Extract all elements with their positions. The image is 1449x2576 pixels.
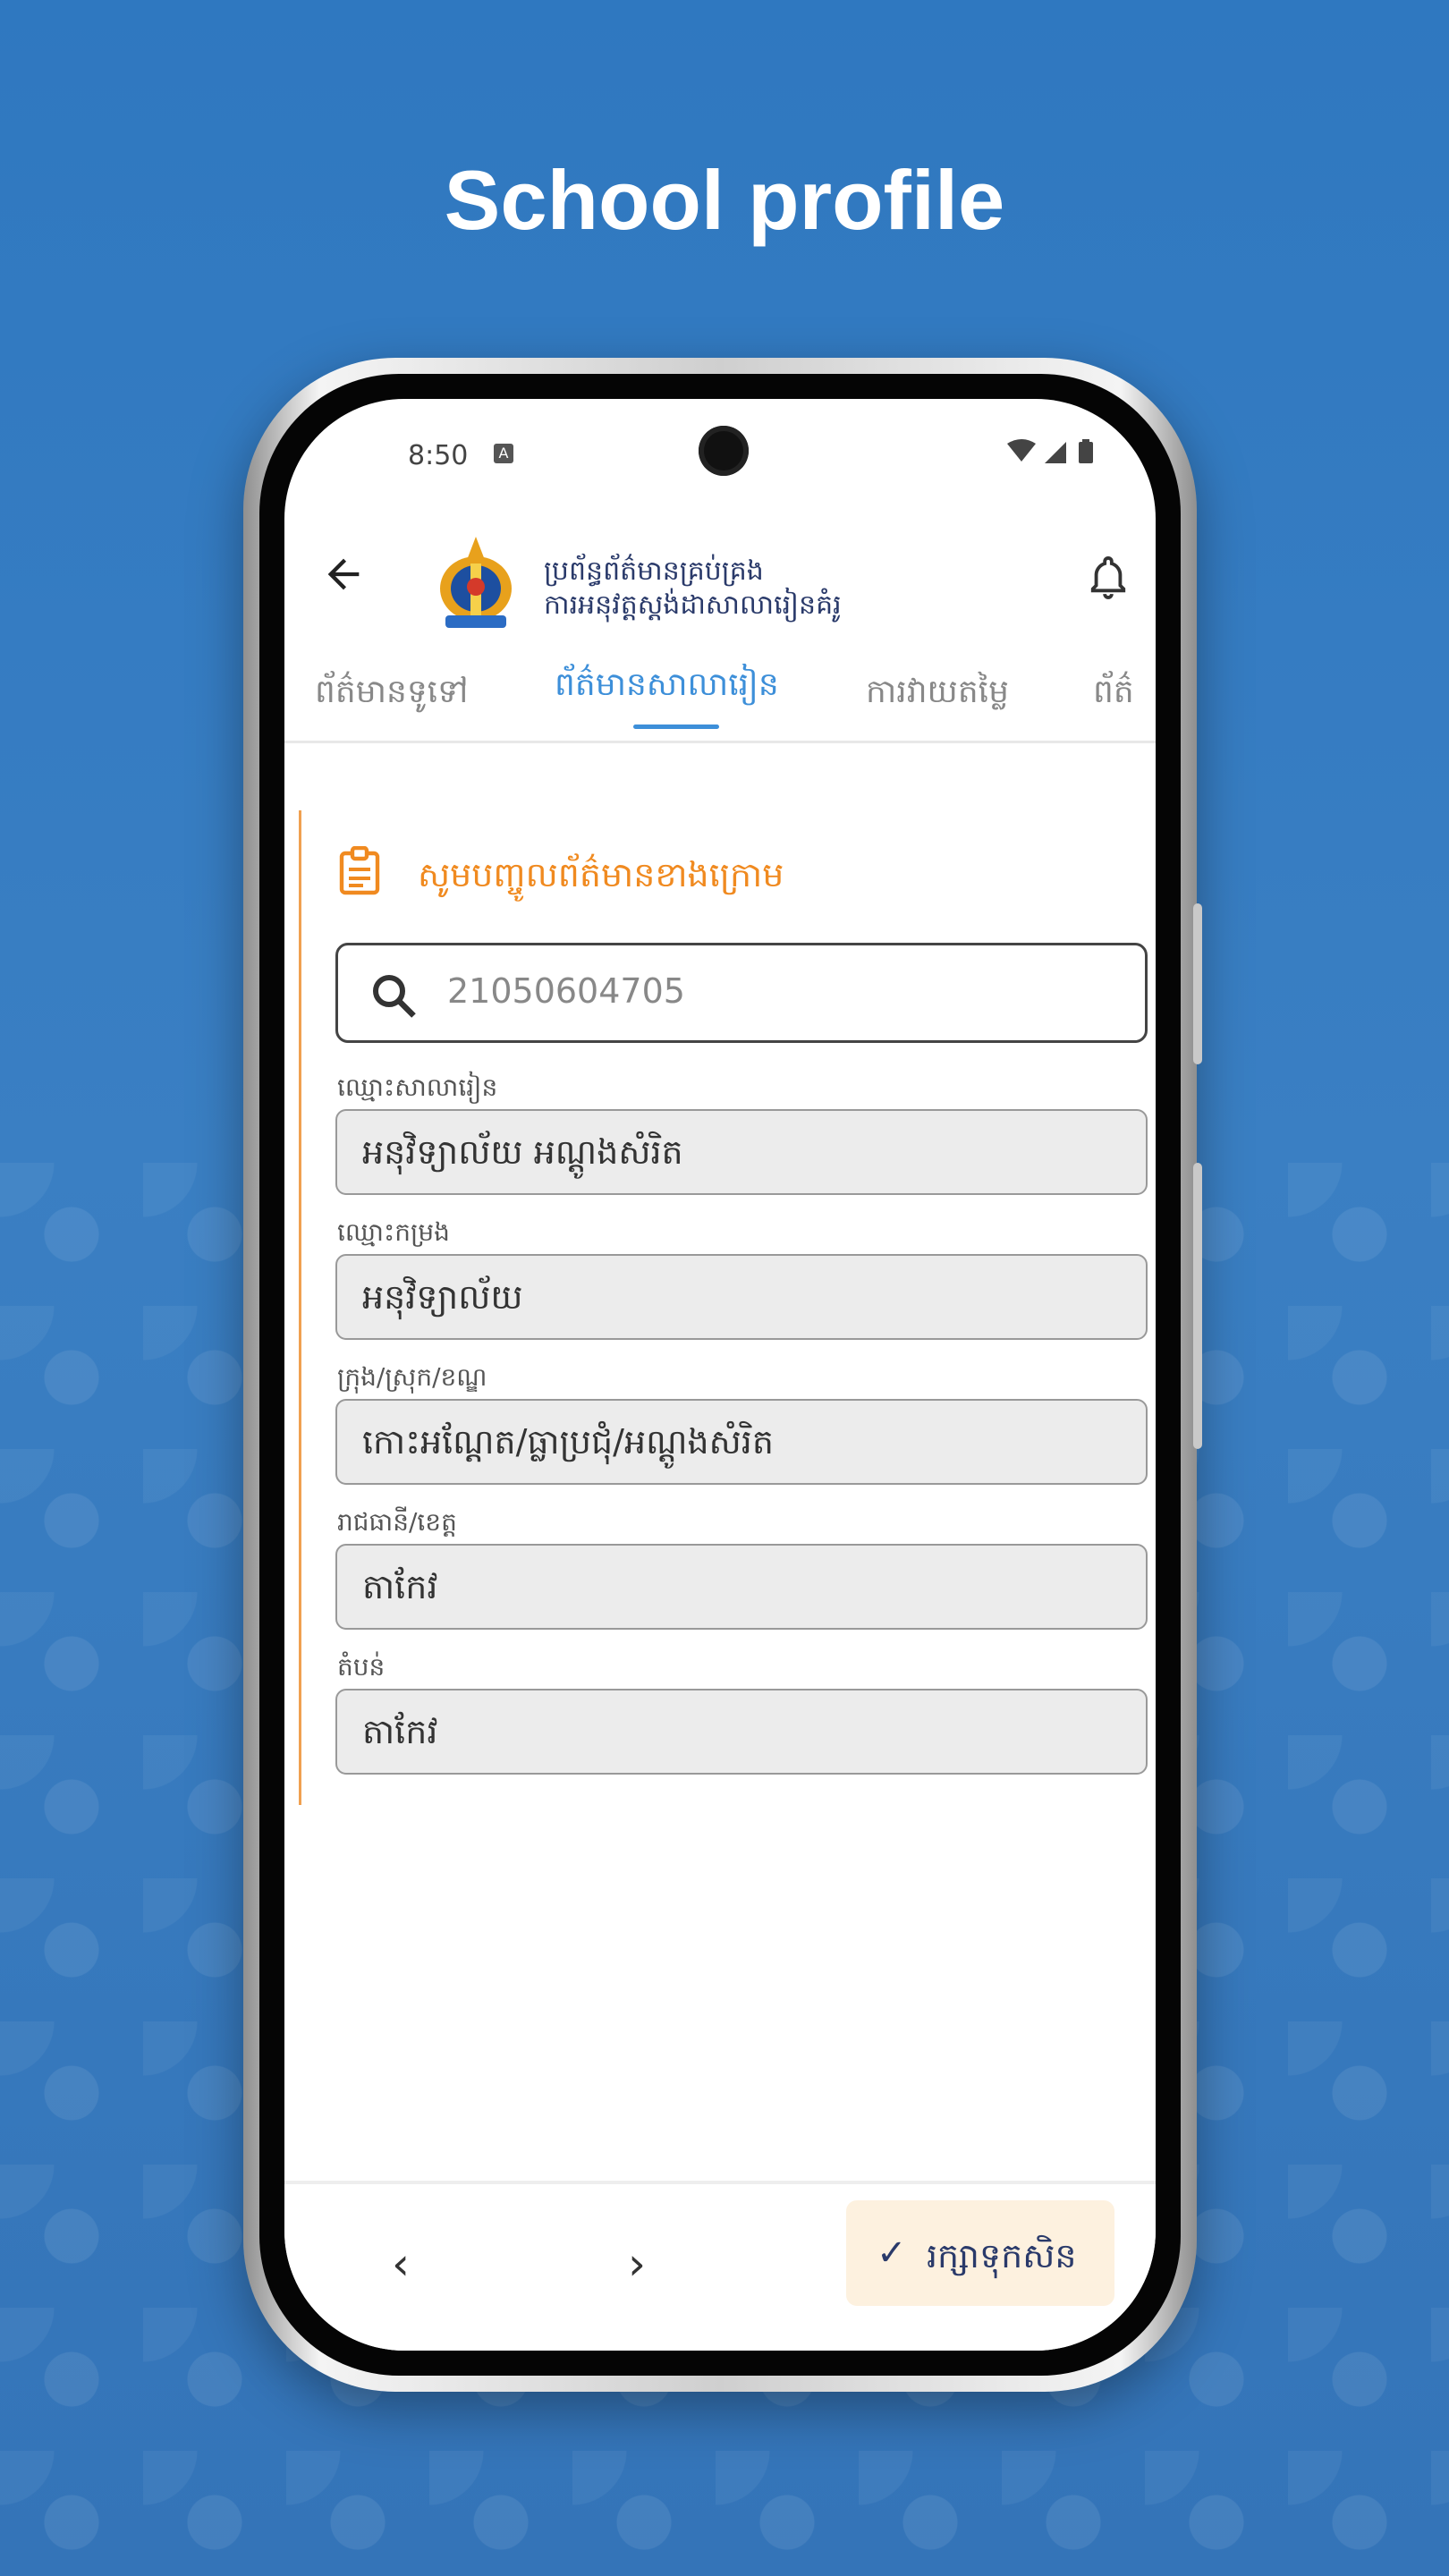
district-label: ក្រុង/ស្រុក/ខណ្ឌ — [337, 1362, 487, 1392]
next-button[interactable]: › — [628, 2238, 646, 2290]
region-value: តាកែវ — [362, 1712, 438, 1751]
ministry-emblem-logo — [440, 537, 512, 628]
school-code-input[interactable] — [445, 970, 1129, 1012]
school-name-field[interactable]: អនុវិទ្យាល័យ អណ្តូងសំរិត — [335, 1109, 1148, 1195]
tab-general-info[interactable]: ព័ត៌មានទូទៅ — [315, 671, 468, 718]
app-bar: ប្រព័ន្ធព័ត៌មានគ្រប់គ្រង ការអនុវត្តស្តង់… — [284, 515, 1156, 640]
status-time: 8:50 — [408, 440, 469, 471]
region-label: តំបន់ — [337, 1652, 386, 1682]
check-icon: ✓ — [877, 2233, 907, 2274]
signal-battery-icon — [1007, 439, 1093, 463]
app-title-line2: ការអនុវត្តស្តង់ដាសាលារៀនគំរូ — [544, 589, 842, 621]
tab-school-info[interactable]: ព័ត៌មានសាលារៀន — [555, 664, 779, 711]
previous-button[interactable]: ‹ — [392, 2238, 410, 2290]
status-icons — [1005, 438, 1104, 472]
save-draft-label: រក្សាទុកសិន — [927, 2236, 1077, 2275]
clipboard-icon — [339, 846, 380, 895]
cluster-name-field[interactable]: អនុវិទ្យាល័យ — [335, 1254, 1148, 1340]
active-tab-indicator — [633, 724, 719, 729]
tab-more-info[interactable]: ព័ត៌ — [1093, 671, 1134, 718]
arrow-left-icon — [327, 558, 360, 590]
district-field[interactable]: កោះអណ្តែត/ធ្លាប្រជុំ/អណ្តូងសំរិត — [335, 1399, 1148, 1485]
bell-icon — [1090, 555, 1126, 599]
cluster-name-label: ឈ្មោះកម្រង — [337, 1217, 450, 1247]
school-name-value: អនុវិទ្យាល័យ អណ្តូងសំរិត — [362, 1132, 683, 1172]
volume-button — [1193, 1163, 1202, 1449]
save-draft-button[interactable]: ✓ រក្សាទុកសិន — [846, 2200, 1114, 2306]
school-name-label: ឈ្មោះសាលារៀន — [337, 1072, 498, 1102]
form-card: សូមបញ្ចូលព័ត៌មានខាងក្រោម ឈ្មោះសាលារៀន អន… — [299, 810, 1148, 1805]
region-field[interactable]: តាកែវ — [335, 1689, 1148, 1775]
tab-evaluation[interactable]: ការវាយតម្លៃ — [866, 671, 1009, 718]
page-headline: School profile — [444, 153, 1005, 247]
app-title: ប្រព័ន្ធព័ត៌មានគ្រប់គ្រង ការអនុវត្តស្តង់… — [544, 555, 842, 623]
status-bar: 8:50 A — [284, 399, 1156, 515]
phone-screen: 8:50 A ប្រព័ន្ធព័ត៌មានគ្រប់គ្រង ការអនុវត… — [284, 399, 1156, 2351]
notifications-button[interactable] — [1088, 555, 1129, 609]
cluster-name-value: អនុវិទ្យាល័យ — [362, 1277, 523, 1317]
bottom-nav-bar: ‹ › ✓ រក្សាទុកសិន — [284, 2181, 1156, 2351]
notification-icon: A — [494, 444, 513, 463]
province-value: តាកែវ — [362, 1567, 438, 1606]
search-icon — [373, 975, 416, 1018]
power-button — [1193, 903, 1202, 1064]
district-value: កោះអណ្តែត/ធ្លាប្រជុំ/អណ្តូងសំរិត — [362, 1422, 774, 1462]
app-title-line1: ប្រព័ន្ធព័ត៌មានគ្រប់គ្រង — [544, 555, 764, 587]
province-label: រាជធានី/ខេត្ត — [337, 1507, 457, 1537]
school-search-box[interactable] — [335, 943, 1148, 1043]
tab-bar: ព័ត៌មានទូទៅ ព័ត៌មានសាលារៀន ការវាយតម្លៃ ព… — [284, 646, 1156, 743]
back-button[interactable] — [320, 551, 367, 609]
front-camera — [699, 426, 749, 476]
province-field[interactable]: តាកែវ — [335, 1544, 1148, 1630]
form-title: សូមបញ្ចូលព័ត៌មានខាងក្រោម — [418, 855, 784, 894]
